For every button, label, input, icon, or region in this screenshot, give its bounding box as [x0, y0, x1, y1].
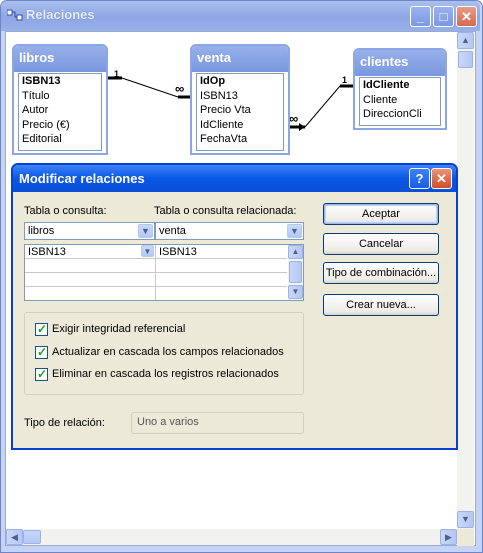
- cascade-update-checkbox[interactable]: ✓: [35, 345, 48, 359]
- cascade-update-label[interactable]: Actualizar en cascada los campos relacio…: [52, 346, 284, 358]
- checkmark-icon: ✓: [37, 367, 48, 381]
- horizontal-scrollbar[interactable]: [6, 529, 457, 545]
- grid-row[interactable]: [25, 259, 287, 273]
- field-item[interactable]: ISBN13: [19, 74, 101, 89]
- table-select-value: libros: [28, 225, 55, 237]
- table-select[interactable]: libros ▼: [24, 222, 155, 240]
- dialog-title: Modificar relaciones: [19, 171, 145, 186]
- field-item[interactable]: Autor: [19, 103, 101, 118]
- field-item[interactable]: Precio (€): [19, 118, 101, 133]
- cancel-button[interactable]: Cancelar: [323, 233, 439, 255]
- field-item[interactable]: IdCliente: [360, 78, 440, 93]
- field-mapping-grid[interactable]: ISBN13 ▼ ISBN13 ▲ ▼: [24, 244, 304, 301]
- chevron-down-icon[interactable]: ▼: [141, 245, 154, 257]
- help-button[interactable]: ?: [409, 168, 430, 189]
- field-item[interactable]: DireccionCli: [360, 107, 440, 122]
- chevron-right-icon: ▶: [445, 532, 452, 542]
- field-list[interactable]: IdOp ISBN13 Precio Vta IdCliente FechaVt…: [196, 73, 284, 151]
- field-item[interactable]: IdOp: [197, 74, 283, 89]
- field-list[interactable]: ISBN13 Título Autor Precio (€) Editorial: [18, 73, 102, 151]
- accept-button[interactable]: Aceptar: [323, 203, 439, 225]
- resize-corner[interactable]: [457, 529, 474, 546]
- options-group: ✓ Exigir integridad referencial ✓ Actual…: [24, 312, 304, 395]
- chevron-down-icon: ▼: [461, 514, 470, 524]
- chevron-down-icon[interactable]: ▼: [138, 224, 153, 238]
- create-new-button[interactable]: Crear nueva...: [323, 294, 439, 316]
- field-item[interactable]: ISBN13: [197, 89, 283, 104]
- table-title[interactable]: libros: [14, 46, 106, 72]
- grid-cell-left[interactable]: ISBN13: [28, 246, 66, 258]
- related-table-label: Tabla o consulta relacionada:: [154, 205, 297, 217]
- scroll-up-button[interactable]: ▲: [457, 32, 474, 49]
- grid-column-divider: [155, 245, 156, 300]
- chevron-down-icon[interactable]: ▼: [288, 285, 303, 299]
- field-list[interactable]: IdCliente Cliente DireccionCli: [359, 77, 441, 126]
- cascade-delete-checkbox[interactable]: ✓: [35, 367, 48, 381]
- vertical-scroll-thumb[interactable]: [458, 51, 473, 68]
- edit-relationships-dialog: Modificar relaciones ? ✕ Tabla o consult…: [11, 163, 458, 450]
- relationship-one-label: 1: [114, 69, 120, 79]
- grid-cell-right[interactable]: ISBN13: [159, 246, 197, 258]
- chevron-up-icon: ▲: [461, 35, 470, 45]
- grid-scroll-thumb[interactable]: [289, 261, 302, 283]
- close-dialog-button[interactable]: ✕: [431, 168, 452, 189]
- vertical-scrollbar[interactable]: [457, 32, 474, 529]
- scroll-down-button[interactable]: ▼: [457, 511, 474, 528]
- relation-type-value: Uno a varios: [131, 412, 304, 434]
- enforce-integrity-checkbox[interactable]: ✓: [35, 322, 48, 336]
- table-title[interactable]: venta: [192, 46, 288, 72]
- table-clientes[interactable]: clientes IdCliente Cliente DireccionCli: [353, 48, 447, 130]
- checkmark-icon: ✓: [37, 322, 48, 336]
- horizontal-scroll-thumb[interactable]: [23, 530, 41, 544]
- close-icon: ✕: [436, 171, 447, 186]
- grid-row[interactable]: [25, 273, 287, 287]
- join-type-button[interactable]: Tipo de combinación...: [323, 262, 439, 284]
- enforce-integrity-label[interactable]: Exigir integridad referencial: [52, 323, 185, 335]
- field-item[interactable]: IdCliente: [197, 118, 283, 133]
- related-table-select-value: venta: [159, 225, 186, 237]
- table-title[interactable]: clientes: [355, 50, 445, 76]
- table-libros[interactable]: libros ISBN13 Título Autor Precio (€) Ed…: [12, 44, 108, 155]
- chevron-left-icon: ◀: [11, 532, 18, 542]
- field-item[interactable]: FechaVta: [197, 132, 283, 147]
- field-item[interactable]: Título: [19, 89, 101, 104]
- cascade-delete-label[interactable]: Eliminar en cascada los registros relaci…: [52, 368, 279, 380]
- relationship-many-label: ∞: [289, 111, 299, 126]
- help-icon: ?: [415, 171, 424, 186]
- grid-scrollbar[interactable]: ▲ ▼: [288, 245, 303, 300]
- grid-row[interactable]: [25, 287, 287, 301]
- relationship-clientes-venta: [289, 84, 354, 131]
- related-table-select[interactable]: venta ▼: [155, 222, 304, 240]
- scroll-right-button[interactable]: ▶: [440, 529, 457, 545]
- field-item[interactable]: Precio Vta: [197, 103, 283, 118]
- table-venta[interactable]: venta IdOp ISBN13 Precio Vta IdCliente F…: [190, 44, 290, 155]
- table-label: Tabla o consulta:: [24, 205, 107, 217]
- scroll-left-button[interactable]: ◀: [6, 529, 23, 545]
- relationship-many-label: ∞: [175, 81, 185, 96]
- chevron-down-icon[interactable]: ▼: [287, 224, 302, 238]
- relation-type-label: Tipo de relación:: [24, 417, 105, 429]
- checkmark-icon: ✓: [37, 345, 48, 359]
- field-item[interactable]: Cliente: [360, 93, 440, 108]
- grid-row[interactable]: ISBN13 ▼ ISBN13: [25, 245, 287, 259]
- chevron-up-icon[interactable]: ▲: [288, 245, 303, 259]
- field-item[interactable]: Editorial: [19, 132, 101, 147]
- relationship-one-label: 1: [342, 75, 348, 85]
